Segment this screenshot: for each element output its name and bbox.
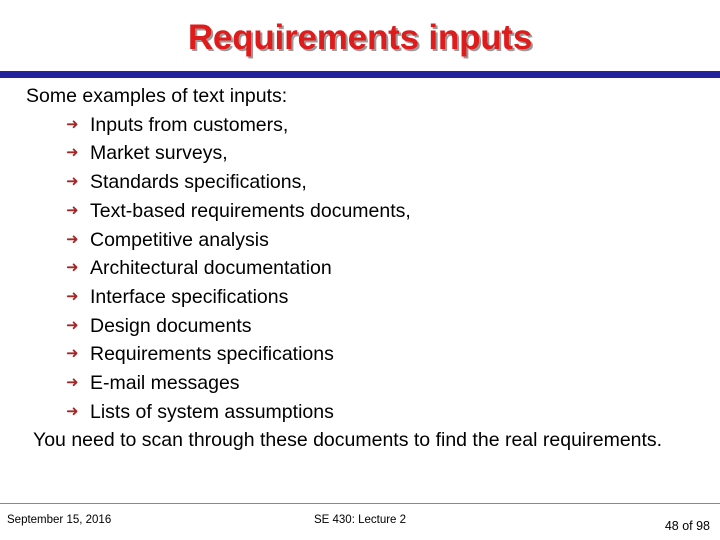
list-item-label: E-mail messages	[90, 372, 240, 395]
body-closing-line: You need to scan through these documents…	[33, 429, 663, 452]
list-item: ➜ Design documents	[0, 312, 720, 341]
list-item-label: Inputs from customers,	[90, 113, 289, 136]
arrowhead-bullet-icon: ➜	[66, 115, 79, 133]
list-item: ➜ E-mail messages	[0, 369, 720, 398]
list-item: ➜ Market surveys,	[0, 139, 720, 168]
arrowhead-bullet-icon: ➜	[66, 402, 79, 420]
arrowhead-bullet-icon: ➜	[66, 173, 79, 191]
slide-body: Some examples of text inputs: ➜ Inputs f…	[0, 82, 720, 455]
slide-title-area: Requirements inputs	[0, 16, 720, 68]
footer-course: SE 430: Lecture 2	[313, 514, 407, 526]
arrowhead-bullet-icon: ➜	[66, 201, 79, 219]
arrowhead-bullet-icon: ➜	[66, 259, 79, 277]
list-item: ➜ Inputs from customers,	[0, 111, 720, 140]
arrowhead-bullet-icon: ➜	[66, 316, 79, 334]
arrowhead-bullet-icon: ➜	[66, 345, 79, 363]
list-item: ➜ Architectural documentation	[0, 254, 720, 283]
arrowhead-bullet-icon: ➜	[66, 144, 79, 162]
list-item-label: Interface specifications	[90, 285, 289, 308]
list-item: ➜ Competitive analysis	[0, 226, 720, 255]
footer-divider	[0, 503, 720, 504]
list-item-label: Text-based requirements documents,	[90, 199, 411, 222]
list-item: ➜ Text-based requirements documents,	[0, 197, 720, 226]
list-item-label: Architectural documentation	[90, 257, 332, 280]
arrowhead-bullet-icon: ➜	[66, 230, 79, 248]
slide-canvas: Requirements inputs Some examples of tex…	[0, 0, 720, 540]
footer-page-number: 48 of 98	[664, 519, 710, 533]
body-lead-line: Some examples of text inputs:	[26, 85, 288, 107]
list-item-label: Design documents	[90, 314, 252, 337]
list-item: ➜ Interface specifications	[0, 283, 720, 312]
page-title: Requirements inputs	[187, 18, 533, 57]
arrowhead-bullet-icon: ➜	[66, 374, 79, 392]
arrowhead-bullet-icon: ➜	[66, 287, 79, 305]
list-item: ➜ Requirements specifications	[0, 340, 720, 369]
list-item-label: Lists of system assumptions	[90, 400, 334, 423]
list-item-label: Standards specifications,	[90, 171, 307, 194]
list-item: ➜ Lists of system assumptions	[0, 398, 720, 427]
list-item-label: Market surveys,	[90, 142, 228, 165]
list-item-label: Requirements specifications	[90, 343, 334, 366]
list-item: ➜ Standards specifications,	[0, 168, 720, 197]
list-item-label: Competitive analysis	[90, 228, 269, 251]
title-divider	[0, 71, 720, 78]
bullet-list: ➜ Inputs from customers, ➜ Market survey…	[0, 111, 720, 427]
